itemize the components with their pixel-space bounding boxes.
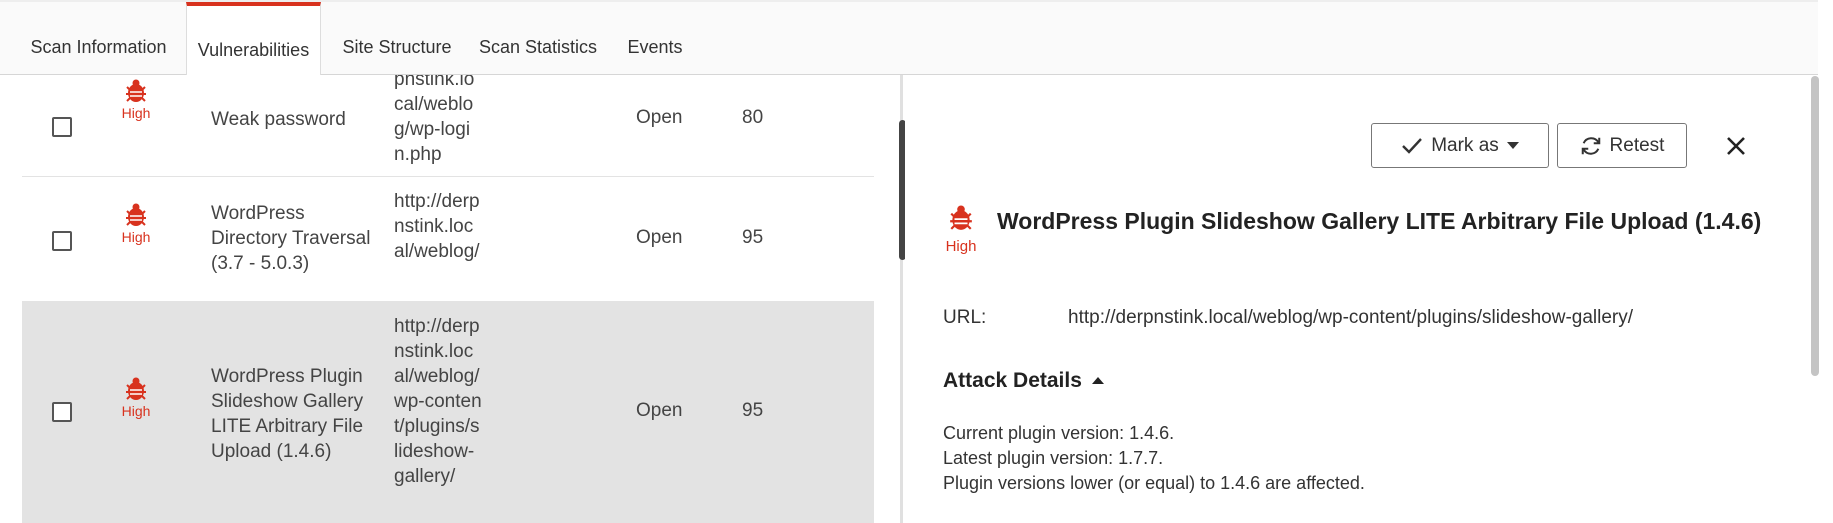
vulnerability-url: http://derpnstink.local/weblog/wp-conten…	[394, 316, 482, 487]
caret-down-icon	[1506, 141, 1519, 149]
vulnerabilities-list: High Weak password pnstink.local/weblog/…	[0, 75, 900, 523]
check-icon	[1402, 137, 1423, 154]
table-row-selected[interactable]: High WordPress Plugin Slideshow Gallery …	[22, 302, 874, 523]
mark-as-label: Mark as	[1431, 134, 1499, 156]
tab-events[interactable]: Events	[620, 2, 690, 75]
tab-bar: Scan Information Vulnerabilities Site St…	[0, 0, 1818, 77]
tab-label: Vulnerabilities	[197, 40, 310, 60]
status-value: Open	[636, 227, 683, 248]
retest-button[interactable]: Retest	[1557, 123, 1687, 168]
close-icon[interactable]	[1721, 131, 1751, 161]
bug-icon	[950, 205, 972, 230]
confidence-value: 80	[742, 107, 764, 128]
severity-label: High	[121, 105, 151, 121]
bug-icon	[126, 203, 146, 226]
vulnerability-name[interactable]: Weak password	[211, 107, 371, 132]
severity-indicator: High	[114, 377, 158, 419]
tab-label: Events	[627, 37, 683, 57]
status-value: Open	[636, 400, 683, 421]
tab-label: Site Structure	[342, 37, 452, 57]
detail-title: WordPress Plugin Slideshow Gallery LITE …	[997, 208, 1762, 234]
severity-indicator: High	[114, 79, 158, 121]
vulnerability-url: pnstink.local/weblog/wp-login.php	[394, 75, 475, 165]
tab-vulnerabilities[interactable]: Vulnerabilities	[186, 2, 321, 77]
detail-severity-label: High	[945, 238, 977, 255]
caret-up-icon	[1091, 377, 1104, 384]
table-row[interactable]: High WordPress Directory Traversal (3.7 …	[22, 177, 874, 302]
attack-details-content: Current plugin version: 1.4.6. Latest pl…	[943, 421, 1365, 496]
attack-details-toggle[interactable]: Attack Details	[943, 369, 1104, 393]
retest-label: Retest	[1609, 134, 1665, 156]
tab-site-structure[interactable]: Site Structure	[334, 2, 460, 75]
row-checkbox[interactable]	[52, 231, 72, 251]
confidence-value: 95	[742, 400, 764, 421]
vulnerability-detail-panel: Mark as Retest High WordPress Plugin Sli…	[905, 75, 1811, 523]
attack-detail-line: Plugin versions lower (or equal) to 1.4.…	[943, 473, 1365, 493]
detail-severity-indicator: High	[941, 205, 981, 255]
row-checkbox[interactable]	[52, 402, 72, 422]
severity-indicator: High	[114, 203, 158, 245]
table-row[interactable]: High Weak password pnstink.local/weblog/…	[22, 75, 874, 177]
attack-detail-line: Current plugin version: 1.4.6.	[943, 423, 1175, 443]
url-label: URL:	[943, 307, 987, 328]
tab-label: Scan Statistics	[478, 37, 598, 57]
status-value: Open	[636, 107, 683, 128]
attack-detail-line: Latest plugin version: 1.7.7.	[943, 448, 1164, 468]
confidence-value: 95	[742, 227, 764, 248]
tab-scan-information[interactable]: Scan Information	[22, 2, 175, 75]
bug-icon	[126, 377, 146, 400]
bug-icon	[126, 79, 146, 102]
vulnerability-name[interactable]: WordPress Directory Traversal (3.7 - 5.0…	[211, 201, 371, 276]
tab-label: Scan Information	[30, 37, 167, 57]
severity-label: High	[121, 229, 151, 245]
tab-scan-statistics[interactable]: Scan Statistics	[474, 2, 602, 75]
row-checkbox[interactable]	[52, 117, 72, 137]
attack-details-heading: Attack Details	[943, 369, 1082, 392]
vulnerability-name[interactable]: WordPress Plugin Slideshow Gallery LITE …	[211, 364, 371, 464]
refresh-icon	[1581, 136, 1600, 155]
url-value: http://derpnstink.local/weblog/wp-conten…	[1068, 307, 1634, 328]
mark-as-button[interactable]: Mark as	[1371, 123, 1549, 168]
vulnerability-url: http://derpnstink.local/weblog/	[394, 191, 480, 262]
detail-scrollbar[interactable]	[1811, 76, 1819, 376]
severity-label: High	[121, 403, 151, 419]
